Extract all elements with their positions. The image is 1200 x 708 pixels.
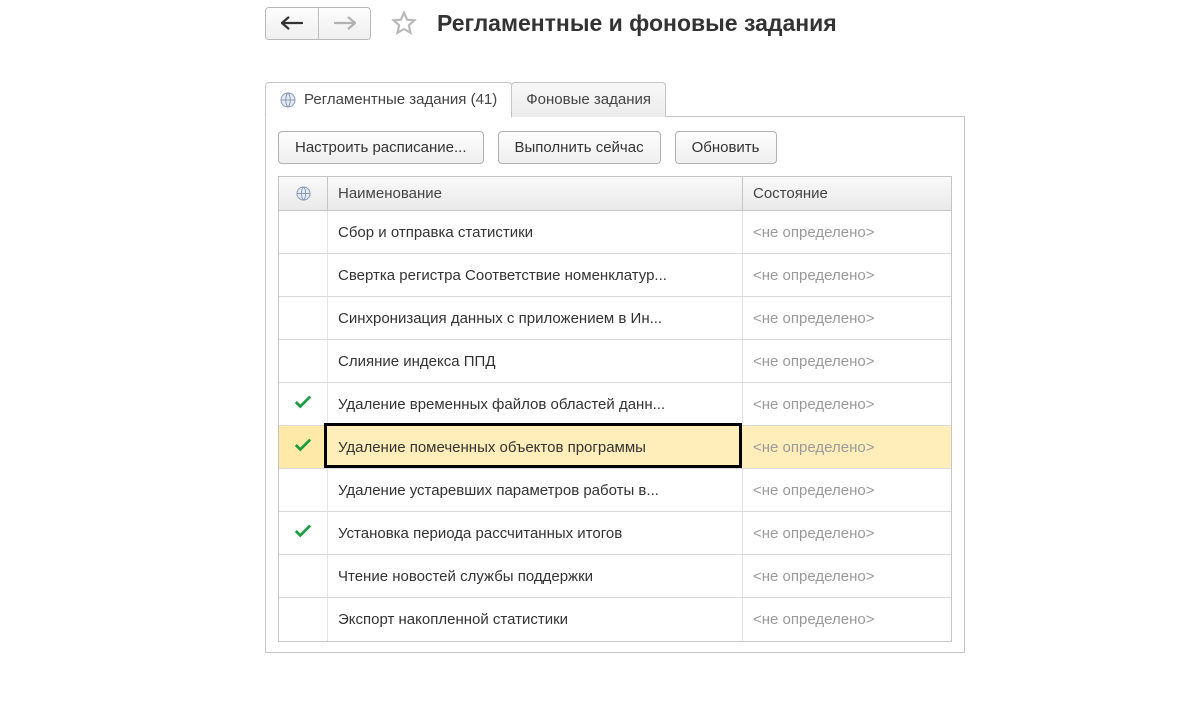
table-row[interactable]: Слияние индекса ППД<не определено> [279,340,951,383]
row-name-cell: Синхронизация данных с приложением в Ин.… [327,297,742,339]
globe-icon [280,92,296,108]
check-icon [294,437,312,457]
main-panel: Регламентные и фоновые задания Регламент… [265,2,965,692]
row-status-cell [279,211,327,253]
refresh-button[interactable]: Обновить [675,131,777,164]
row-status-cell [279,340,327,382]
column-header-state[interactable]: Состояние [742,177,951,210]
row-state-cell: <не определено> [742,469,951,511]
table-row[interactable]: Установка периода рассчитанных итогов<не… [279,512,951,555]
table-row[interactable]: Удаление временных файлов областей данн.… [279,383,951,426]
row-state-cell: <не определено> [742,512,951,554]
row-name-cell: Установка периода рассчитанных итогов [327,512,742,554]
table-row[interactable]: Свертка регистра Соответствие номенклату… [279,254,951,297]
table-row[interactable]: Сбор и отправка статистики<не определено… [279,211,951,254]
favorite-button[interactable] [389,8,419,38]
run-now-button[interactable]: Выполнить сейчас [498,131,661,164]
row-name-cell: Чтение новостей службы поддержки [327,555,742,597]
row-status-cell [279,598,327,641]
tabs: Регламентные задания (41) Фоновые задани… [265,82,965,117]
table-row[interactable]: Удаление помеченных объектов программы<н… [279,426,951,469]
row-status-cell [279,469,327,511]
table-row[interactable]: Экспорт накопленной статистики<не опреде… [279,598,951,641]
page-title: Регламентные и фоновые задания [437,10,837,37]
row-state-cell: <не определено> [742,426,951,468]
row-state-cell: <не определено> [742,211,951,253]
table-row[interactable]: Синхронизация данных с приложением в Ин.… [279,297,951,340]
row-name-cell: Сбор и отправка статистики [327,211,742,253]
row-name-cell: Удаление устаревших параметров работы в.… [327,469,742,511]
back-button[interactable] [266,8,318,39]
row-status-cell [279,555,327,597]
table-body: Сбор и отправка статистики<не определено… [279,211,951,641]
row-name-cell: Удаление временных файлов областей данн.… [327,383,742,425]
row-state-cell: <не определено> [742,340,951,382]
tab-label: Фоновые задания [526,91,651,108]
row-status-cell [279,297,327,339]
tab-content: Настроить расписание... Выполнить сейчас… [265,117,965,653]
configure-schedule-button[interactable]: Настроить расписание... [278,131,484,164]
row-status-cell [279,512,327,554]
column-header-name[interactable]: Наименование [327,177,742,210]
star-icon [391,10,417,36]
table-row[interactable]: Удаление устаревших параметров работы в.… [279,469,951,512]
row-name-cell: Удаление помеченных объектов программы [327,426,742,468]
forward-button[interactable] [318,8,370,39]
globe-icon [296,186,311,201]
row-state-cell: <не определено> [742,598,951,641]
row-state-cell: <не определено> [742,297,951,339]
row-state-cell: <не определено> [742,555,951,597]
nav-buttons [265,7,371,40]
row-status-cell [279,254,327,296]
row-state-cell: <не определено> [742,254,951,296]
row-name-cell: Свертка регистра Соответствие номенклату… [327,254,742,296]
arrow-right-icon [334,16,356,30]
row-state-cell: <не определено> [742,383,951,425]
row-status-cell [279,383,327,425]
row-name-cell: Слияние индекса ППД [327,340,742,382]
tab-background-jobs[interactable]: Фоновые задания [511,82,666,117]
check-icon [294,394,312,414]
jobs-table: Наименование Состояние Сбор и отправка с… [278,176,952,642]
arrow-left-icon [281,16,303,30]
tab-label: Регламентные задания (41) [304,91,497,108]
check-icon [294,523,312,543]
table-row[interactable]: Чтение новостей службы поддержки<не опре… [279,555,951,598]
row-status-cell [279,426,327,468]
toolbar: Настроить расписание... Выполнить сейчас… [278,131,952,164]
row-name-cell: Экспорт накопленной статистики [327,598,742,641]
column-header-status[interactable] [279,177,327,210]
tab-scheduled-jobs[interactable]: Регламентные задания (41) [265,82,512,118]
table-header: Наименование Состояние [279,177,951,211]
